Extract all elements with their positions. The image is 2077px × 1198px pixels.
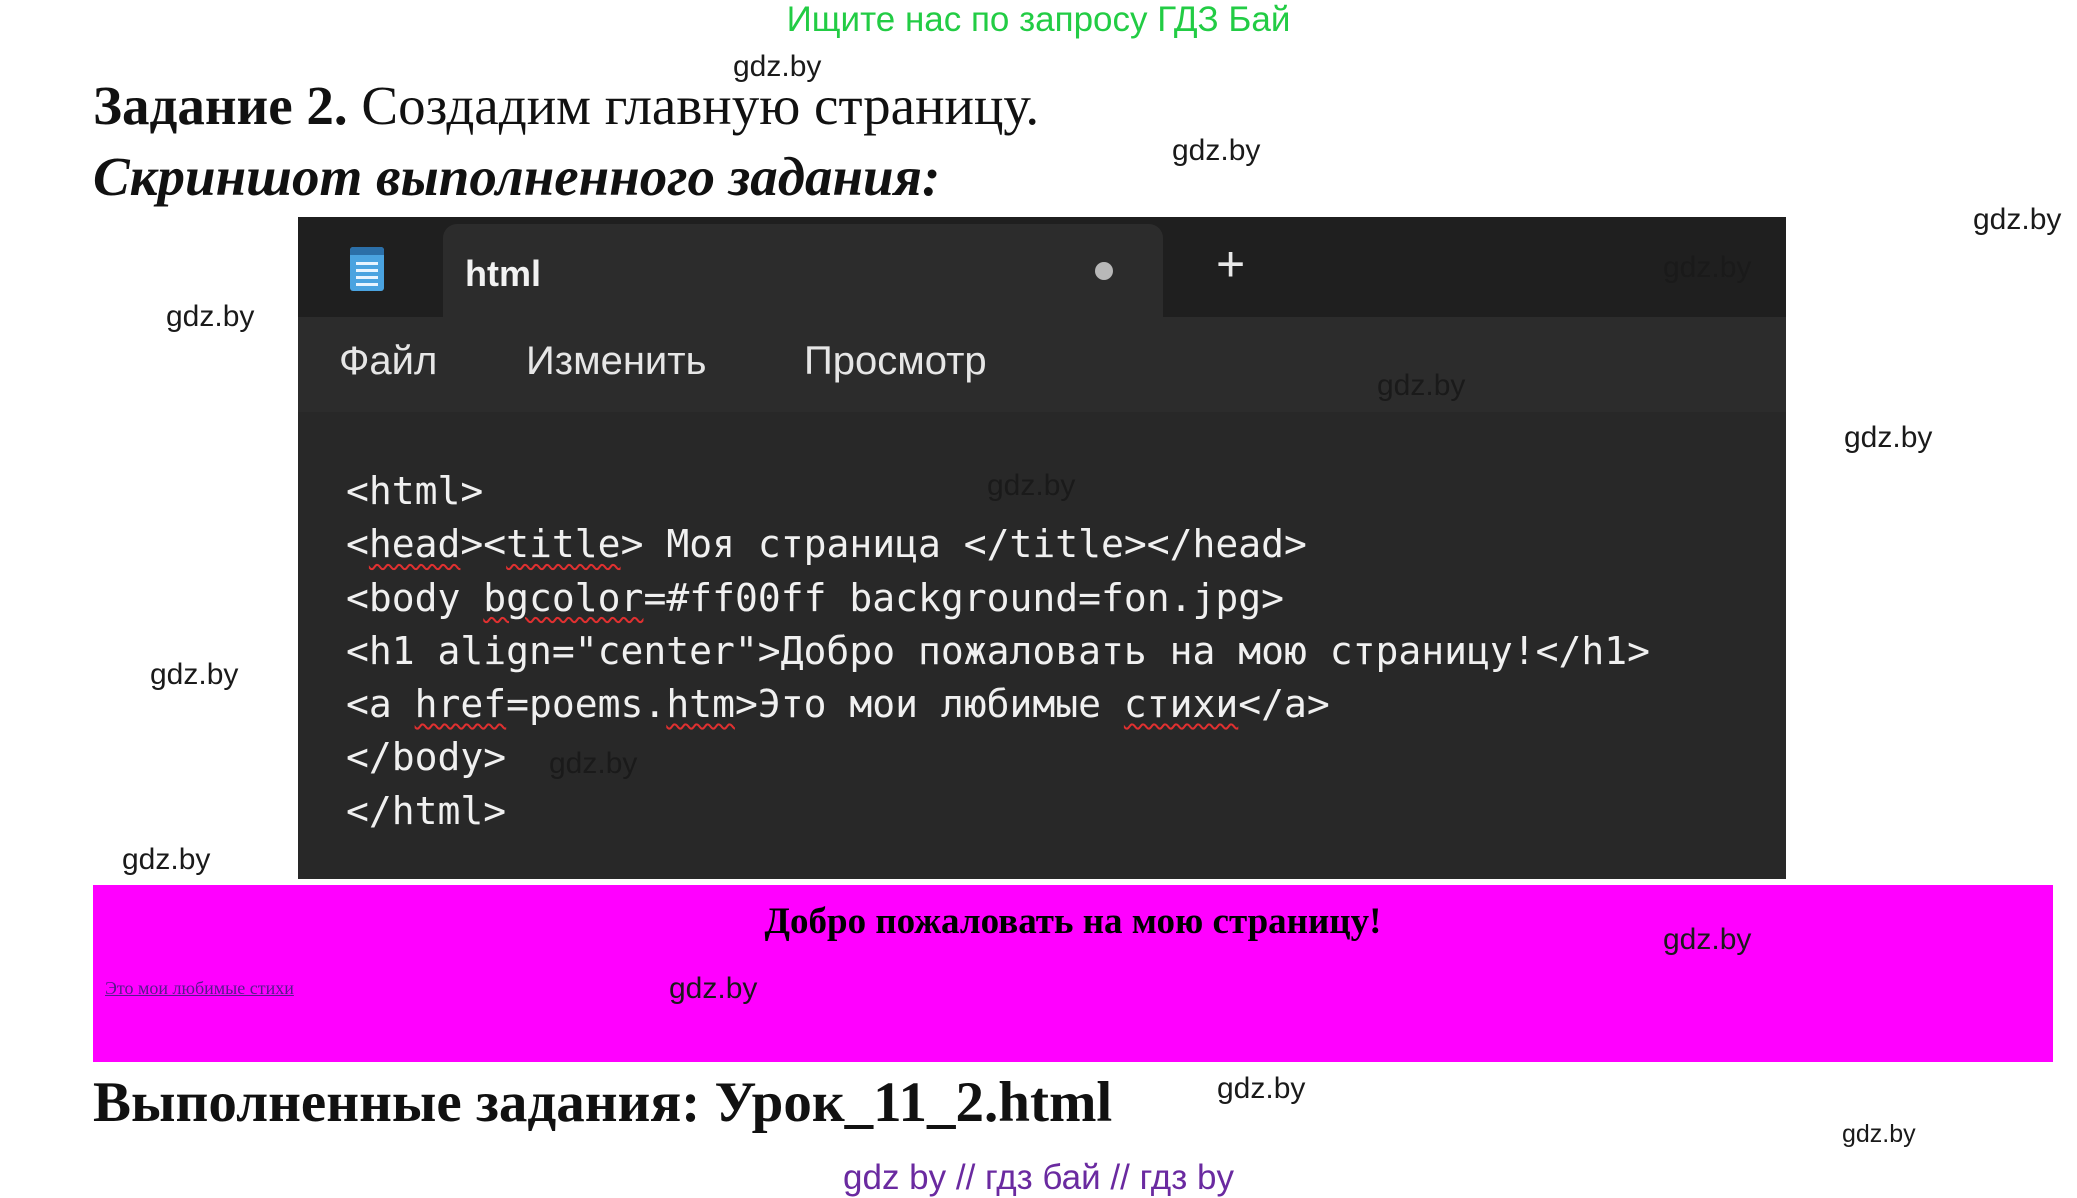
watermark: gdz.by <box>1377 369 1466 402</box>
new-tab-button[interactable]: + <box>1216 239 1245 289</box>
watermark: gdz.by <box>987 469 1076 502</box>
tab-bar: html + <box>298 217 1786 317</box>
menu-edit[interactable]: Изменить <box>526 339 706 384</box>
watermark: gdz.by <box>1842 1120 1916 1148</box>
spellcheck-word: head <box>368 522 461 567</box>
watermark: gdz.by <box>1973 203 2062 236</box>
spellcheck-word: htm <box>666 682 735 727</box>
task-label: Задание 2. <box>93 75 348 136</box>
rendered-heading: Добро пожаловать на мою страницу! <box>764 901 1382 942</box>
watermark: gdz.by <box>166 300 255 333</box>
task-text: Создадим главную страницу. <box>361 75 1040 136</box>
footer-text: gdz by // гдз бай // гдз by <box>843 1158 1234 1197</box>
watermark: gdz.by <box>733 50 822 83</box>
watermark: gdz.by <box>1663 923 1752 956</box>
watermark: gdz.by <box>1172 134 1261 167</box>
unsaved-dot-icon[interactable] <box>1095 262 1113 280</box>
task-title: Задание 2. Создадим главную страницу. <box>93 74 1039 137</box>
code-line: <h1 align="center">Добро пожаловать на м… <box>346 628 1651 673</box>
menu-view[interactable]: Просмотр <box>804 339 987 384</box>
watermark: gdz.by <box>150 658 239 691</box>
code-line: <body bgcolor=#ff00ff background=fon.jpg… <box>346 575 1285 620</box>
tab-html[interactable]: html <box>443 224 1163 317</box>
code-line: </html> <box>346 788 507 833</box>
code-editor[interactable]: <html> <head><title> Моя страница </title… <box>346 465 1650 838</box>
top-banner: Ищите нас по запросу ГДЗ Бай <box>786 0 1291 39</box>
spellcheck-word: bgcolor <box>483 575 644 620</box>
code-line: </body> <box>346 735 507 780</box>
menu-file[interactable]: Файл <box>339 339 437 384</box>
completed-file: Выполненные задания: Урок_11_2.html <box>93 1071 1113 1134</box>
watermark: gdz.by <box>1217 1072 1306 1105</box>
menu-bar: Файл Изменить Просмотр <box>298 317 1786 412</box>
watermark: gdz.by <box>122 843 211 876</box>
spellcheck-word: href <box>414 682 507 727</box>
notepad-icon <box>350 247 384 291</box>
rendered-link[interactable]: Это мои любимые стихи <box>105 978 294 999</box>
notepad-window: html + Файл Изменить Просмотр <html> <hea… <box>298 217 1786 879</box>
watermark: gdz.by <box>549 747 638 780</box>
code-line: <head><title> Моя страница </title></hea… <box>346 522 1307 567</box>
watermark: gdz.by <box>1663 251 1752 284</box>
screenshot-caption: Скриншот выполненного задания: <box>93 146 941 207</box>
spellcheck-word: title <box>506 522 621 567</box>
code-line: <a href=poems.htm>Это мои любимые стихи<… <box>346 682 1330 727</box>
watermark: gdz.by <box>1844 421 1933 454</box>
spellcheck-word: стихи <box>1123 682 1239 727</box>
tab-label: html <box>465 253 541 294</box>
watermark: gdz.by <box>669 972 758 1005</box>
rendered-page: Добро пожаловать на мою страницу! Это мо… <box>93 885 2053 1062</box>
